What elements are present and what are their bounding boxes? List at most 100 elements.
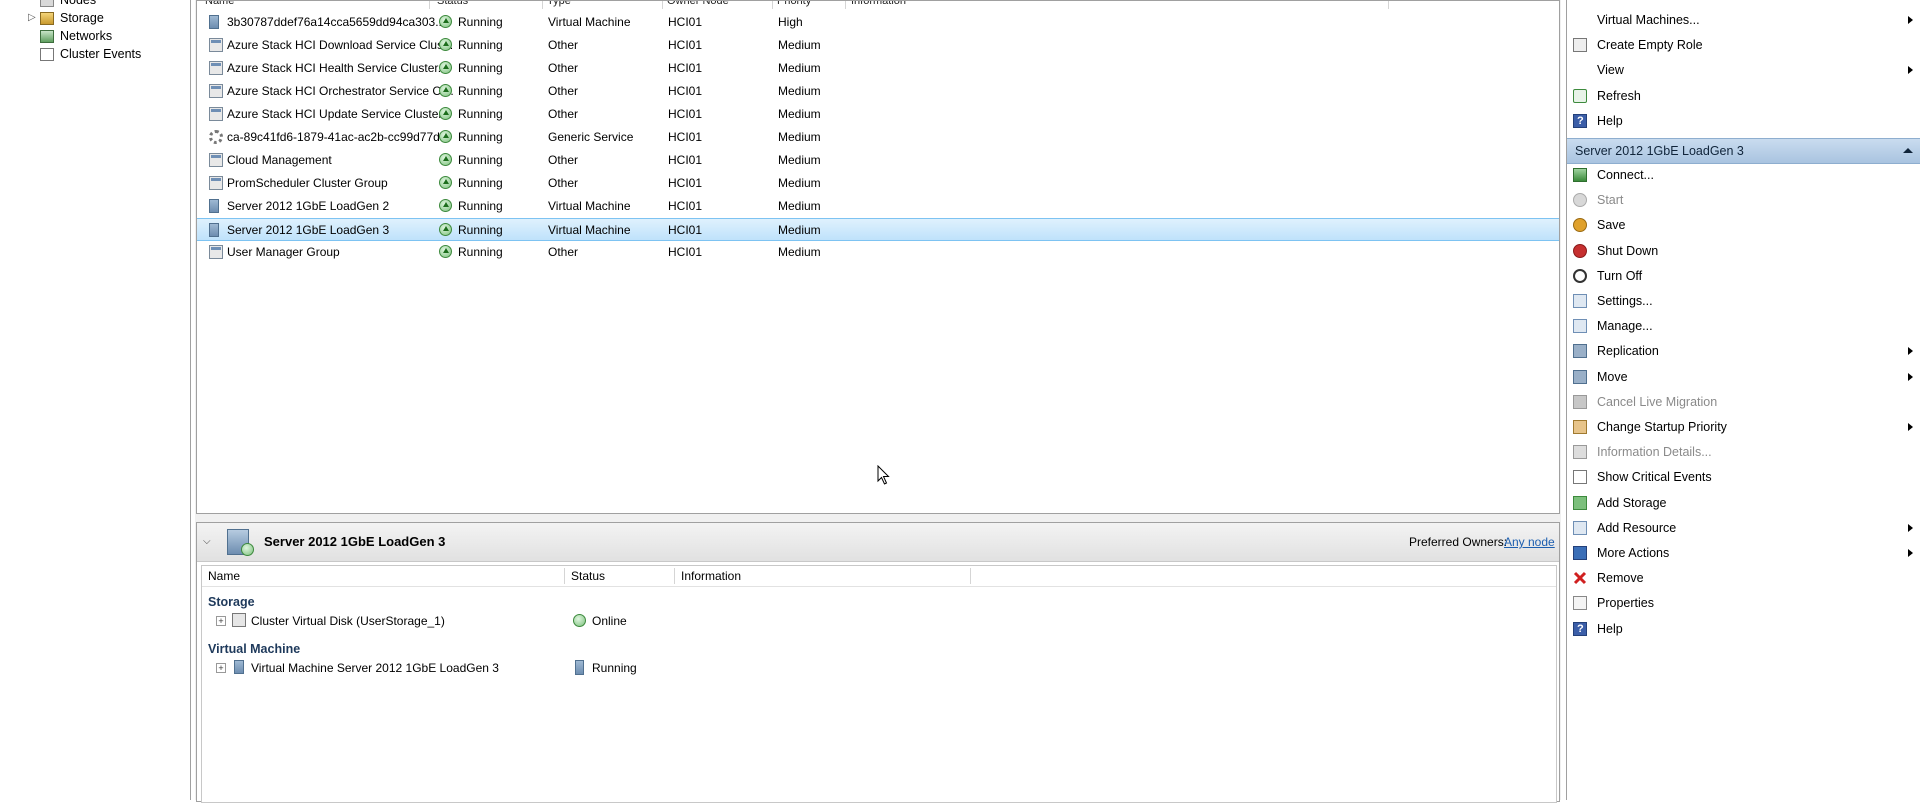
table-row[interactable]: Server 2012 1GbE LoadGen 3 Running Virtual… xyxy=(197,218,1559,241)
details-title: Server 2012 1GbE LoadGen 3 xyxy=(264,534,446,549)
replication-icon xyxy=(1573,344,1587,359)
action-label: Manage... xyxy=(1597,319,1653,334)
action-connect[interactable]: Connect... xyxy=(1567,163,1920,187)
cluster-events-icon xyxy=(40,47,54,61)
tree-item-label: Cluster Events xyxy=(60,47,142,61)
table-row[interactable]: Azure Stack HCI Update Service Cluster..… xyxy=(197,103,1559,126)
column-separator[interactable] xyxy=(674,568,675,584)
action-refresh[interactable]: Refresh xyxy=(1567,84,1920,108)
action-remove[interactable]: Remove xyxy=(1567,566,1920,590)
critical-events-icon xyxy=(1573,470,1587,485)
group-header-virtual-machine: Virtual Machine xyxy=(208,642,301,656)
action-help[interactable]: ? Help xyxy=(1567,617,1920,641)
column-header-priority[interactable]: Priority xyxy=(777,1,811,9)
role-icon xyxy=(209,38,223,52)
collapse-section-icon[interactable] xyxy=(1903,148,1913,153)
action-save[interactable]: Save xyxy=(1567,213,1920,237)
column-header-type[interactable]: Type xyxy=(547,1,571,9)
role-name: Azure Stack HCI Health Service Cluster..… xyxy=(227,61,448,75)
action-create-empty-role[interactable]: Create Empty Role xyxy=(1567,33,1920,57)
tree-item-cluster-events[interactable]: Cluster Events xyxy=(40,45,141,63)
action-information-details[interactable]: Information Details... xyxy=(1567,440,1920,464)
action-help[interactable]: ? Help xyxy=(1567,109,1920,133)
column-header-owner-node[interactable]: Owner Node xyxy=(667,1,729,9)
column-separator[interactable] xyxy=(564,568,565,584)
column-separator[interactable] xyxy=(429,1,430,9)
resource-name: Virtual Machine Server 2012 1GbE LoadGen… xyxy=(251,661,499,675)
list-item[interactable]: + Virtual Machine Server 2012 1GbE LoadG… xyxy=(202,657,1556,679)
table-row[interactable]: PromScheduler Cluster Group Running Other H… xyxy=(197,172,1559,195)
column-header-name[interactable]: Name xyxy=(205,1,234,9)
resources-list[interactable]: Name Status Information Storage + Cluste… xyxy=(201,565,1557,803)
column-separator[interactable] xyxy=(772,1,773,9)
role-priority: Medium xyxy=(778,199,821,213)
column-header-name[interactable]: Name xyxy=(208,566,240,586)
help-icon: ? xyxy=(1573,621,1587,636)
column-separator[interactable] xyxy=(1388,1,1389,9)
column-header-status[interactable]: Status xyxy=(437,1,468,9)
role-status: Running xyxy=(458,61,503,75)
action-more-actions[interactable]: More Actions xyxy=(1567,541,1920,565)
storage-icon xyxy=(40,11,54,25)
action-start[interactable]: Start xyxy=(1567,188,1920,212)
expand-storage-icon[interactable]: ▷ xyxy=(28,13,36,23)
actions-section-header[interactable]: Server 2012 1GbE LoadGen 3 xyxy=(1567,138,1920,164)
action-virtual-machines[interactable]: Virtual Machines... xyxy=(1567,8,1920,32)
action-cancel-live-migration[interactable]: Cancel Live Migration xyxy=(1567,390,1920,414)
role-priority: Medium xyxy=(778,245,821,259)
action-change-startup-priority[interactable]: Change Startup Priority xyxy=(1567,415,1920,439)
column-separator[interactable] xyxy=(970,568,971,584)
action-label: Move xyxy=(1597,369,1628,384)
vm-icon xyxy=(209,199,219,213)
action-turn-off[interactable]: Turn Off xyxy=(1567,264,1920,288)
tree-item-storage[interactable]: Storage xyxy=(40,9,104,27)
submenu-arrow-icon xyxy=(1908,423,1913,431)
collapse-details-icon[interactable]: ⌵ xyxy=(203,536,211,547)
table-row[interactable]: Azure Stack HCI Orchestrator Service Cl.… xyxy=(197,80,1559,103)
table-row[interactable]: Server 2012 1GbE LoadGen 2 Running Virtual… xyxy=(197,195,1559,218)
table-row[interactable]: ca-89c41fd6-1879-41ac-ac2b-cc99d77d... Ru… xyxy=(197,126,1559,149)
column-separator[interactable] xyxy=(662,1,663,9)
action-label: Save xyxy=(1597,218,1626,233)
column-separator[interactable] xyxy=(542,1,543,9)
manage-icon xyxy=(1573,319,1587,334)
details-header: ⌵ Server 2012 1GbE LoadGen 3 Preferred O… xyxy=(197,523,1559,562)
role-owner-node: HCI01 xyxy=(668,176,703,190)
action-add-storage[interactable]: Add Storage xyxy=(1567,491,1920,515)
role-priority: Medium xyxy=(778,84,821,98)
action-properties[interactable]: Properties xyxy=(1567,591,1920,615)
action-show-critical-events[interactable]: Show Critical Events xyxy=(1567,465,1920,489)
action-settings[interactable]: Settings... xyxy=(1567,289,1920,313)
action-shut-down[interactable]: Shut Down xyxy=(1567,239,1920,263)
tree-item-networks[interactable]: Networks xyxy=(40,27,112,45)
table-row[interactable]: User Manager Group Running Other HCI01 Mediu… xyxy=(197,241,1559,264)
table-row[interactable]: 3b30787ddef76a14cca5659dd94ca303... Runni… xyxy=(197,11,1559,34)
list-item[interactable]: + Cluster Virtual Disk (UserStorage_1) O… xyxy=(202,610,1556,632)
column-header-information[interactable]: Information xyxy=(851,1,906,9)
tree-item-nodes[interactable]: Nodes xyxy=(40,0,96,9)
resource-status: Online xyxy=(592,614,627,628)
action-label: Virtual Machines... xyxy=(1597,13,1700,27)
role-type: Other xyxy=(548,107,579,121)
column-header-status[interactable]: Status xyxy=(571,566,605,586)
table-row[interactable]: Azure Stack HCI Health Service Cluster..… xyxy=(197,57,1559,80)
navigation-tree: Nodes ▷ Storage Networks Cluster Events xyxy=(0,0,191,800)
action-label: Remove xyxy=(1597,571,1644,586)
action-view[interactable]: View xyxy=(1567,58,1920,82)
action-add-resource[interactable]: Add Resource xyxy=(1567,516,1920,540)
running-status-icon xyxy=(439,61,452,74)
action-move[interactable]: Move xyxy=(1567,365,1920,389)
table-row[interactable]: Cloud Management Running Other HCI01 Medium xyxy=(197,149,1559,172)
column-header-information[interactable]: Information xyxy=(681,566,741,586)
column-separator[interactable] xyxy=(845,1,846,9)
action-label: Add Resource xyxy=(1597,520,1677,535)
role-priority: Medium xyxy=(778,176,821,190)
action-replication[interactable]: Replication xyxy=(1567,339,1920,363)
roles-list[interactable]: Name Status Type Owner Node Priority Inf… xyxy=(196,0,1560,514)
action-manage[interactable]: Manage... xyxy=(1567,314,1920,338)
expand-icon[interactable]: + xyxy=(216,616,226,626)
expand-icon[interactable]: + xyxy=(216,663,226,673)
table-row[interactable]: Azure Stack HCI Download Service Clus...… xyxy=(197,34,1559,57)
action-label: Add Storage xyxy=(1597,495,1667,510)
preferred-owners-link[interactable]: Any node xyxy=(1504,535,1555,549)
